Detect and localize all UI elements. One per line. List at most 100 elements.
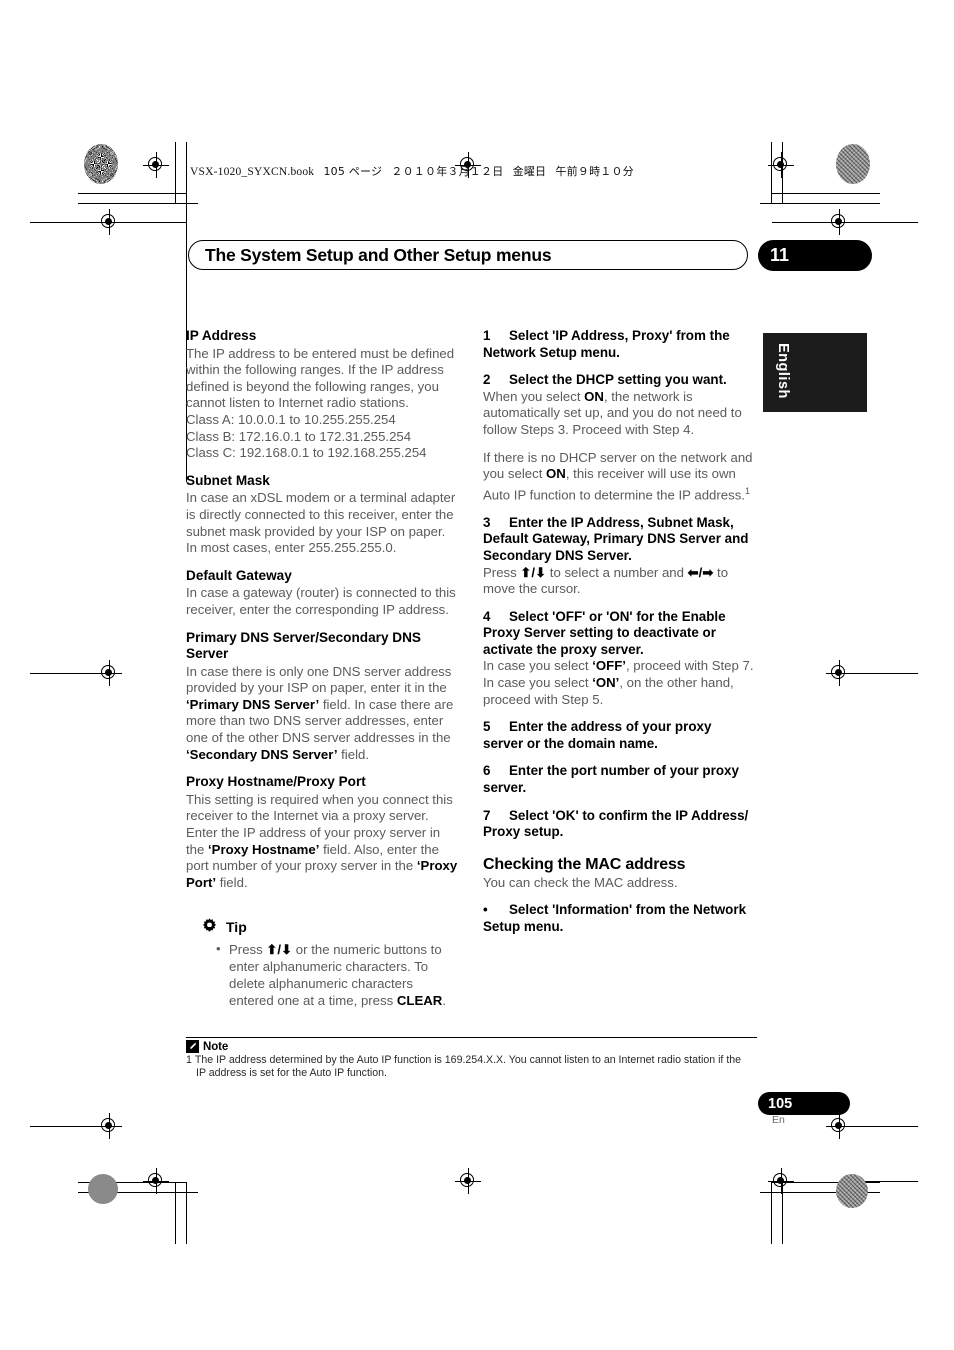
crop-mark-line	[782, 142, 783, 204]
density-control-disc	[836, 144, 870, 184]
emphasis-proxy-hostname-field: ‘Proxy Hostname’	[208, 841, 320, 857]
registration-target	[768, 152, 794, 178]
step-title: Enter the address of your proxy server o…	[483, 719, 712, 751]
step-number: 1	[483, 328, 491, 343]
note-text: 1 The IP address determined by the Auto I…	[186, 1054, 760, 1080]
step-2-body-2: If there is no DHCP server on the networ…	[483, 449, 753, 503]
emphasis-proxy-port-field: ‘Proxy Port’	[186, 858, 458, 890]
step-title: Enter the port number of your proxy serv…	[483, 763, 739, 796]
crop-mark-line	[852, 1126, 918, 1127]
step-1: 1 Select 'IP Address, Proxy' from the Net…	[483, 328, 755, 361]
registration-marks-layer	[0, 0, 954, 1350]
step-3: 3 Enter the IP Address, Subnet Mask, Defa…	[483, 515, 755, 565]
emphasis-on: ON	[546, 466, 566, 482]
step-number: 6	[483, 763, 491, 779]
language-tab-label: English	[775, 343, 791, 399]
crop-mark-line	[782, 1182, 783, 1244]
chapter-number-badge: 11	[758, 240, 872, 271]
paragraph-mac-intro: You can check the MAC address.	[483, 874, 678, 890]
crop-mark-line	[772, 193, 880, 194]
emphasis-clear-button: CLEAR	[396, 992, 443, 1008]
step-title: Select 'OFF' or 'ON' for the Enable Prox…	[483, 608, 726, 657]
tip-box: Tip Press ⬆/⬇ or the numeric buttons to …	[186, 917, 458, 1009]
emphasis-primary-dns-field: ‘Primary DNS Server’	[186, 696, 320, 712]
page-title: The System Setup and Other Setup menus	[205, 244, 552, 265]
step-7: 7 Select 'OK' to confirm the IP Address/ …	[483, 808, 755, 841]
tip-list: Press ⬆/⬇ or the numeric buttons to ente…	[200, 941, 458, 1009]
heading-ip-address: IP Address	[186, 328, 257, 343]
registration-target	[96, 660, 122, 686]
crop-mark-line	[186, 1182, 187, 1244]
paragraph-subnet-mask: In case an xDSL modem or a terminal adap…	[186, 490, 456, 556]
step-2: 2 Select the DHCP setting you want.	[483, 372, 755, 389]
registration-target	[826, 209, 852, 235]
step-title: Select 'OK' to confirm the IP Address/ P…	[483, 807, 749, 840]
registration-target	[826, 660, 852, 686]
note-divider	[186, 1037, 757, 1039]
paragraph-default-gateway: In case a gateway (router) is connected …	[186, 585, 456, 617]
step-mac-information: • Select 'Information' from the Network S…	[483, 902, 755, 935]
step-title: Select 'Information' from the Network Se…	[483, 902, 747, 935]
emphasis-off: ‘OFF’	[592, 658, 626, 674]
step-2-body-1: When you select ON, the network is autom…	[483, 388, 742, 437]
print-page-marker: 105 ページ	[323, 165, 383, 178]
step-title: Select 'IP Address, Proxy' from the Netw…	[483, 328, 730, 360]
note-line-1: The IP address determined by the Auto IP…	[194, 1054, 742, 1066]
chapter-title-bar: The System Setup and Other Setup menus	[188, 240, 748, 270]
crop-mark-line	[186, 1182, 187, 1244]
crop-mark-line	[771, 142, 772, 204]
step-number: 4	[483, 608, 491, 624]
heading-proxy-hostname-port: Proxy Hostname/Proxy Port	[186, 774, 366, 790]
note-label: Note	[203, 1040, 229, 1053]
crop-mark-line	[30, 1126, 96, 1127]
density-control-disc	[836, 1174, 868, 1208]
density-control-disc	[88, 1174, 118, 1204]
right-text-column: 1 Select 'IP Address, Proxy' from the Net…	[483, 328, 755, 936]
crop-mark-line	[78, 193, 186, 194]
heading-default-gateway: Default Gateway	[186, 567, 292, 583]
emphasis-on: ON	[584, 388, 604, 404]
page-language-code: En	[772, 1114, 785, 1126]
crop-mark-line	[760, 1192, 880, 1193]
paragraph-class-a: Class A: 10.0.0.1 to 10.255.255.254	[186, 411, 396, 427]
crop-mark-line	[771, 1182, 772, 1244]
registration-target	[826, 1113, 852, 1139]
registration-target	[455, 1168, 481, 1194]
crop-mark-line	[852, 1181, 918, 1182]
step-number: 7	[483, 807, 491, 823]
density-control-disc	[84, 144, 118, 184]
crop-mark-line	[30, 673, 96, 674]
crop-mark-line	[78, 1182, 186, 1183]
page-number-badge: 105	[758, 1092, 850, 1115]
step-number: 2	[483, 372, 491, 388]
note-pen-icon	[186, 1040, 199, 1053]
arrow-left-right-glyph: ⬅/➡	[687, 564, 714, 580]
arrow-up-down-glyph: ⬆/⬇	[520, 564, 547, 580]
registration-target	[96, 1113, 122, 1139]
emphasis-on: ‘ON’	[592, 675, 620, 691]
print-time: 午前９時１０分	[555, 165, 634, 178]
heading-subnet-mask: Subnet Mask	[186, 472, 270, 488]
step-4: 4 Select 'OFF' or 'ON' for the Enable Pro…	[483, 609, 755, 659]
crop-mark-line	[772, 222, 826, 223]
paragraph-ip-address-intro: The IP address to be entered must be def…	[186, 345, 455, 411]
print-filename: VSX-1020_SYXCN.book	[190, 166, 315, 178]
registration-target	[96, 209, 122, 235]
paragraph-dns-servers: In case there is only one DNS server add…	[186, 663, 454, 762]
note-index: 1	[186, 1054, 192, 1066]
tip-label: Tip	[226, 918, 247, 935]
left-text-column: IP Address The IP address to be entered …	[186, 328, 458, 1010]
gear-icon	[202, 918, 217, 932]
print-date: ２０１０年３月１２日	[391, 165, 504, 178]
crop-mark-line	[175, 142, 176, 204]
step-6: 6 Enter the port number of your proxy ser…	[483, 763, 755, 796]
step-5: 5 Enter the address of your proxy server …	[483, 719, 755, 752]
crop-mark-line	[772, 1182, 880, 1183]
registration-target	[768, 1168, 794, 1194]
crop-mark-line	[852, 673, 918, 674]
crop-mark-line	[760, 203, 880, 204]
language-tab: English	[763, 333, 867, 412]
crop-mark-line	[30, 222, 96, 223]
tip-header: Tip	[200, 917, 458, 936]
heading-dns-servers: Primary DNS Server/Secondary DNS Server	[186, 629, 421, 662]
